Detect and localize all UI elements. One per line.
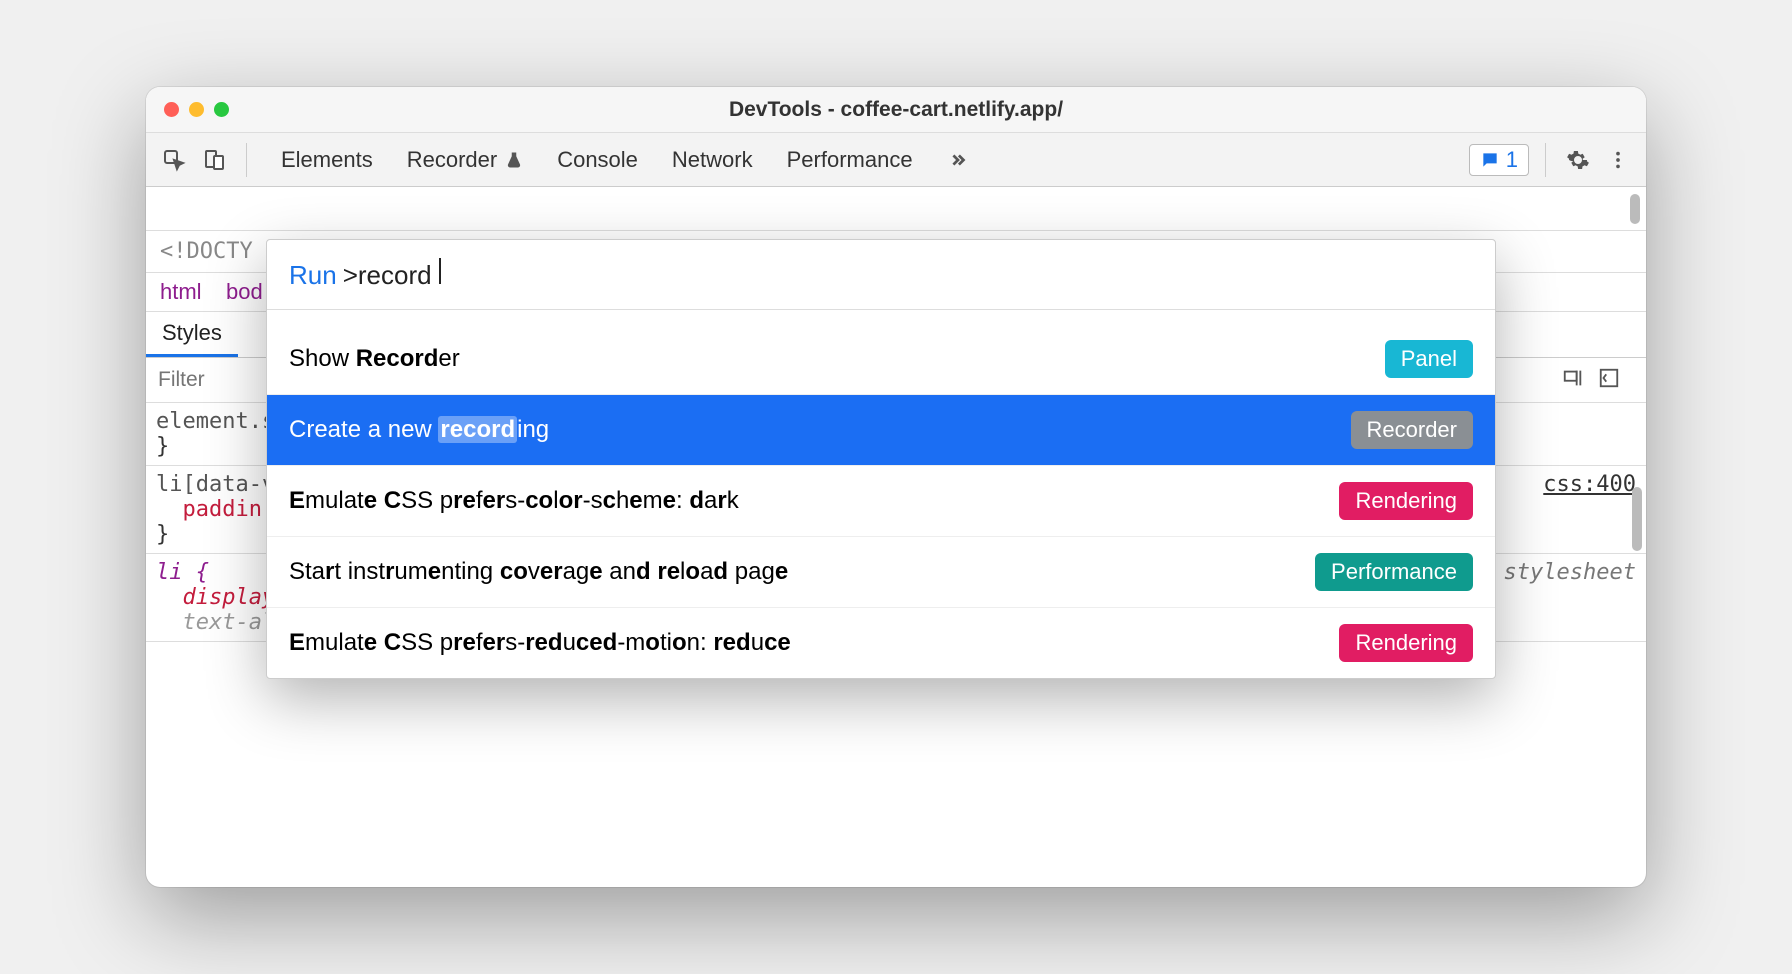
tab-recorder[interactable]: Recorder bbox=[407, 147, 523, 173]
content-area: <!DOCTY html bod Styles element.s } css:… bbox=[146, 187, 1646, 887]
code-text: } bbox=[156, 522, 169, 547]
main-toolbar: Elements Recorder Console Network Perfor… bbox=[146, 133, 1646, 187]
tab-network[interactable]: Network bbox=[672, 147, 753, 173]
command-category-badge: Panel bbox=[1385, 340, 1473, 378]
tabs-overflow-icon[interactable] bbox=[947, 149, 969, 171]
toggle-classes-icon[interactable] bbox=[1598, 367, 1620, 394]
crumb-body[interactable]: bod bbox=[226, 279, 263, 304]
titlebar: DevTools - coffee-cart.netlify.app/ bbox=[146, 87, 1646, 133]
command-item-label: Emulate CSS prefers-reduced-motion: redu… bbox=[289, 629, 791, 657]
command-item-label: Show Recorder bbox=[289, 345, 460, 373]
tab-label: Performance bbox=[787, 147, 913, 173]
command-input-row[interactable]: Run >record bbox=[267, 240, 1495, 310]
tab-performance[interactable]: Performance bbox=[787, 147, 913, 173]
selector-text: li { bbox=[156, 560, 209, 585]
tab-label: Elements bbox=[281, 147, 373, 173]
command-query: >record bbox=[343, 260, 432, 291]
tab-elements[interactable]: Elements bbox=[281, 147, 373, 173]
command-palette: Run >record Show Recorder Panel Create a n… bbox=[266, 239, 1496, 679]
flask-icon bbox=[505, 151, 523, 169]
issues-count: 1 bbox=[1506, 147, 1518, 173]
code-text: } bbox=[156, 434, 169, 459]
command-results: Show Recorder Panel Create a new recording… bbox=[267, 324, 1495, 678]
command-category-badge: Performance bbox=[1315, 553, 1473, 591]
caret-icon bbox=[439, 258, 441, 284]
devtools-window: DevTools - coffee-cart.netlify.app/ Elem… bbox=[146, 87, 1646, 887]
doctype-text: <!DOCTY bbox=[160, 239, 253, 264]
command-item-label: Start instrumenting coverage and reload … bbox=[289, 558, 788, 586]
command-item[interactable]: Start instrumenting coverage and reload … bbox=[267, 536, 1495, 607]
divider bbox=[1545, 143, 1546, 177]
scrollbar-thumb[interactable] bbox=[1632, 487, 1642, 551]
property-text: paddin bbox=[183, 497, 262, 522]
scrollbar-thumb[interactable] bbox=[1630, 194, 1640, 224]
selector-text: element.s bbox=[156, 409, 275, 434]
tab-console[interactable]: Console bbox=[557, 147, 638, 173]
command-item[interactable]: Show Recorder Panel bbox=[267, 324, 1495, 394]
crumb-html[interactable]: html bbox=[160, 279, 202, 304]
issues-badge[interactable]: 1 bbox=[1469, 144, 1529, 176]
command-item-label: Create a new recording bbox=[289, 416, 549, 444]
command-item[interactable]: Emulate CSS prefers-reduced-motion: redu… bbox=[267, 607, 1495, 678]
command-category-badge: Rendering bbox=[1339, 482, 1473, 520]
tab-label: Network bbox=[672, 147, 753, 173]
command-item[interactable]: Emulate CSS prefers-color-scheme: dark Re… bbox=[267, 465, 1495, 536]
issues-icon bbox=[1480, 150, 1500, 170]
more-icon[interactable] bbox=[1602, 144, 1634, 176]
settings-icon[interactable] bbox=[1562, 144, 1594, 176]
selector-text: li[data-v bbox=[156, 472, 275, 497]
tab-styles[interactable]: Styles bbox=[146, 312, 238, 357]
inspect-element-icon[interactable] bbox=[158, 144, 190, 176]
command-category-badge: Recorder bbox=[1351, 411, 1473, 449]
tab-label: Console bbox=[557, 147, 638, 173]
command-prefix: Run bbox=[289, 260, 337, 291]
tab-label: Recorder bbox=[407, 147, 497, 173]
device-toolbar-icon[interactable] bbox=[198, 144, 230, 176]
elements-toolbar bbox=[146, 187, 1646, 231]
toggle-hover-icon[interactable] bbox=[1562, 367, 1584, 394]
command-item-label: Emulate CSS prefers-color-scheme: dark bbox=[289, 487, 739, 515]
panel-tabs: Elements Recorder Console Network Perfor… bbox=[263, 147, 1461, 173]
property-text: display bbox=[183, 585, 276, 610]
command-item[interactable]: Create a new recording Recorder bbox=[267, 394, 1495, 465]
window-title: DevTools - coffee-cart.netlify.app/ bbox=[146, 98, 1646, 122]
source-link[interactable]: css:400 bbox=[1543, 472, 1636, 497]
command-category-badge: Rendering bbox=[1339, 624, 1473, 662]
divider bbox=[246, 143, 247, 177]
